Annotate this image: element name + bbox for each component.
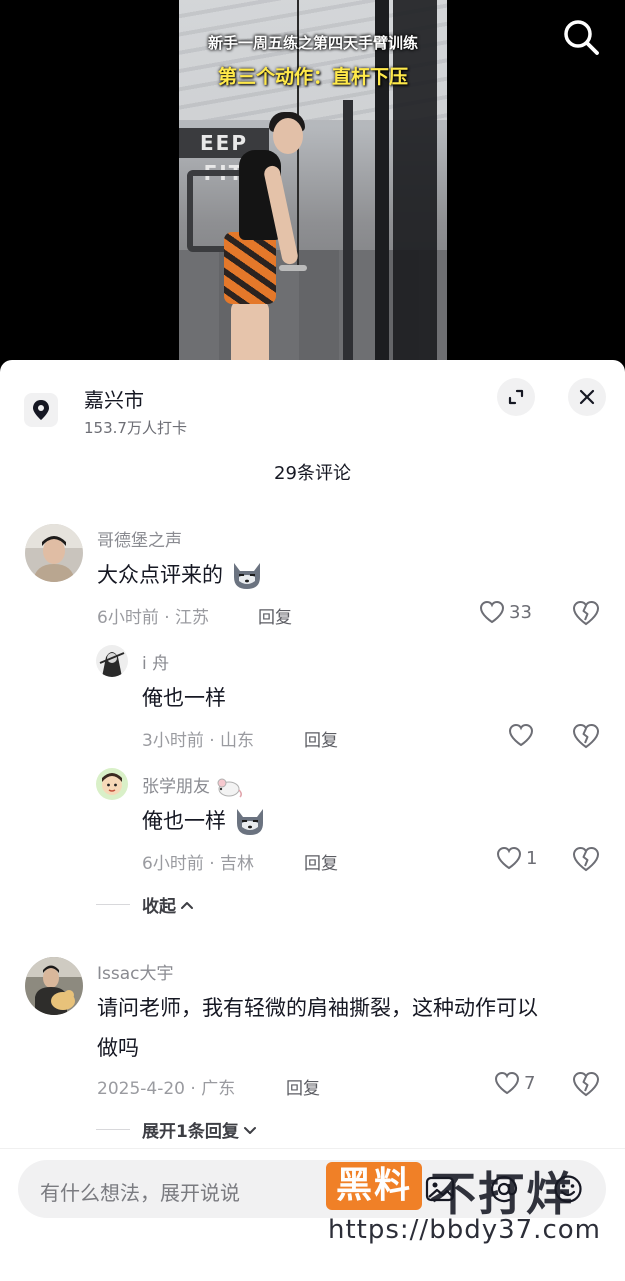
thread-divider [96, 1129, 130, 1130]
video-caption-subtitle: 第三个动作：直杆下压 [217, 66, 408, 88]
reply-button[interactable]: 回复 [258, 603, 292, 628]
heart-outline-icon [508, 723, 534, 747]
avatar[interactable] [25, 524, 83, 582]
like-count: 7 [524, 1072, 536, 1094]
location-checkins: 153.7万人打卡 [84, 419, 187, 437]
rack-post [343, 100, 353, 372]
close-icon [579, 389, 595, 405]
comment-count: 29条评论 [274, 463, 351, 484]
broken-heart-icon [572, 846, 600, 872]
video-caption-title: 新手一周五练之第四天手臂训练 [207, 34, 418, 52]
reply-button[interactable]: 回复 [286, 1074, 320, 1099]
like-button[interactable]: 33 [479, 600, 532, 624]
dislike-button[interactable] [572, 723, 600, 751]
comment-username[interactable]: 哥德堡之声 [97, 526, 182, 551]
comment-input-placeholder: 有什么想法，展开说说 [40, 1181, 240, 1205]
reply-username-text: 张学朋友 [142, 777, 210, 797]
collapse-label: 收起 [142, 897, 176, 917]
reply-text: 俺也一样 [142, 801, 267, 841]
person-head [273, 118, 303, 154]
comment-text-line1: 请问老师，我有轻微的肩袖撕裂，这种动作可以 [97, 996, 538, 1020]
thread-divider [96, 904, 130, 905]
wolf-emoji-icon [236, 809, 263, 835]
dislike-button[interactable] [572, 1071, 600, 1099]
heart-outline-icon [494, 1071, 520, 1095]
like-button[interactable]: 1 [496, 846, 537, 870]
chevron-down-icon [243, 1126, 256, 1134]
reply-meta: 3小时前 · 山东 [142, 731, 255, 751]
heart-outline-icon [496, 846, 522, 870]
comment-text: 大众点评来的 [97, 555, 264, 595]
expand-icon [508, 389, 524, 405]
avatar[interactable] [25, 957, 83, 1015]
like-button[interactable]: 7 [494, 1071, 535, 1095]
broken-heart-icon [572, 723, 600, 749]
dislike-button[interactable] [572, 600, 600, 628]
heart-outline-icon [479, 600, 505, 624]
close-button[interactable] [568, 378, 606, 416]
video-area[interactable]: EEP FIT 新手一周五练之第四天手臂训练 第三个动作：直杆下压 [0, 0, 625, 372]
cable-rack [393, 0, 437, 372]
reply-username[interactable]: 张学朋友 [142, 772, 243, 798]
person-shorts [224, 232, 276, 304]
mouse-emoji-icon [217, 778, 243, 798]
comment-meta: 6小时前 · 江苏 [97, 608, 210, 628]
collapse-replies-button[interactable]: 收起 [142, 892, 194, 917]
location-name[interactable]: 嘉兴市 [84, 384, 144, 413]
search-icon[interactable] [560, 16, 602, 58]
chevron-up-icon [181, 901, 193, 909]
reply-button[interactable]: 回复 [304, 849, 338, 874]
video-frame[interactable]: EEP FIT 新手一周五练之第四天手臂训练 第三个动作：直杆下压 [179, 0, 447, 372]
broken-heart-icon [572, 600, 600, 626]
expand-replies-label: 展开1条回复 [142, 1122, 239, 1142]
pushdown-bar [279, 265, 307, 271]
comment-text-content: 大众点评来的 [97, 563, 223, 587]
avatar[interactable] [96, 768, 128, 800]
cable-rack-post [375, 0, 389, 372]
reply-text-content: 俺也一样 [142, 809, 226, 833]
wolf-emoji-icon [233, 563, 260, 589]
watermark-url: https://bbdy37.com [328, 1215, 601, 1245]
like-count: 33 [509, 601, 532, 623]
avatar[interactable] [96, 645, 128, 677]
watermark-logo: 黑料 [326, 1162, 422, 1210]
reply-text: 俺也一样 [142, 686, 226, 710]
expand-button[interactable] [497, 378, 535, 416]
reply-meta: 6小时前 · 吉林 [142, 854, 255, 874]
reply-button[interactable]: 回复 [304, 726, 338, 751]
location-pin-icon[interactable] [24, 393, 58, 427]
comment-meta: 2025-4-20 · 广东 [97, 1079, 236, 1099]
comment-text-line2: 做吗 [97, 1036, 139, 1060]
dislike-button[interactable] [572, 846, 600, 874]
expand-replies-button[interactable]: 展开1条回复 [142, 1117, 257, 1142]
comment-sheet: 嘉兴市 153.7万人打卡 29条评论 哥德堡之声 大众点评来的 6小时前 · … [0, 360, 625, 1280]
broken-heart-icon [572, 1071, 600, 1097]
reply-username[interactable]: i 舟 [142, 649, 169, 674]
like-button[interactable] [508, 723, 534, 747]
comment-username[interactable]: Issac大宇 [97, 959, 174, 984]
like-count: 1 [526, 847, 538, 869]
